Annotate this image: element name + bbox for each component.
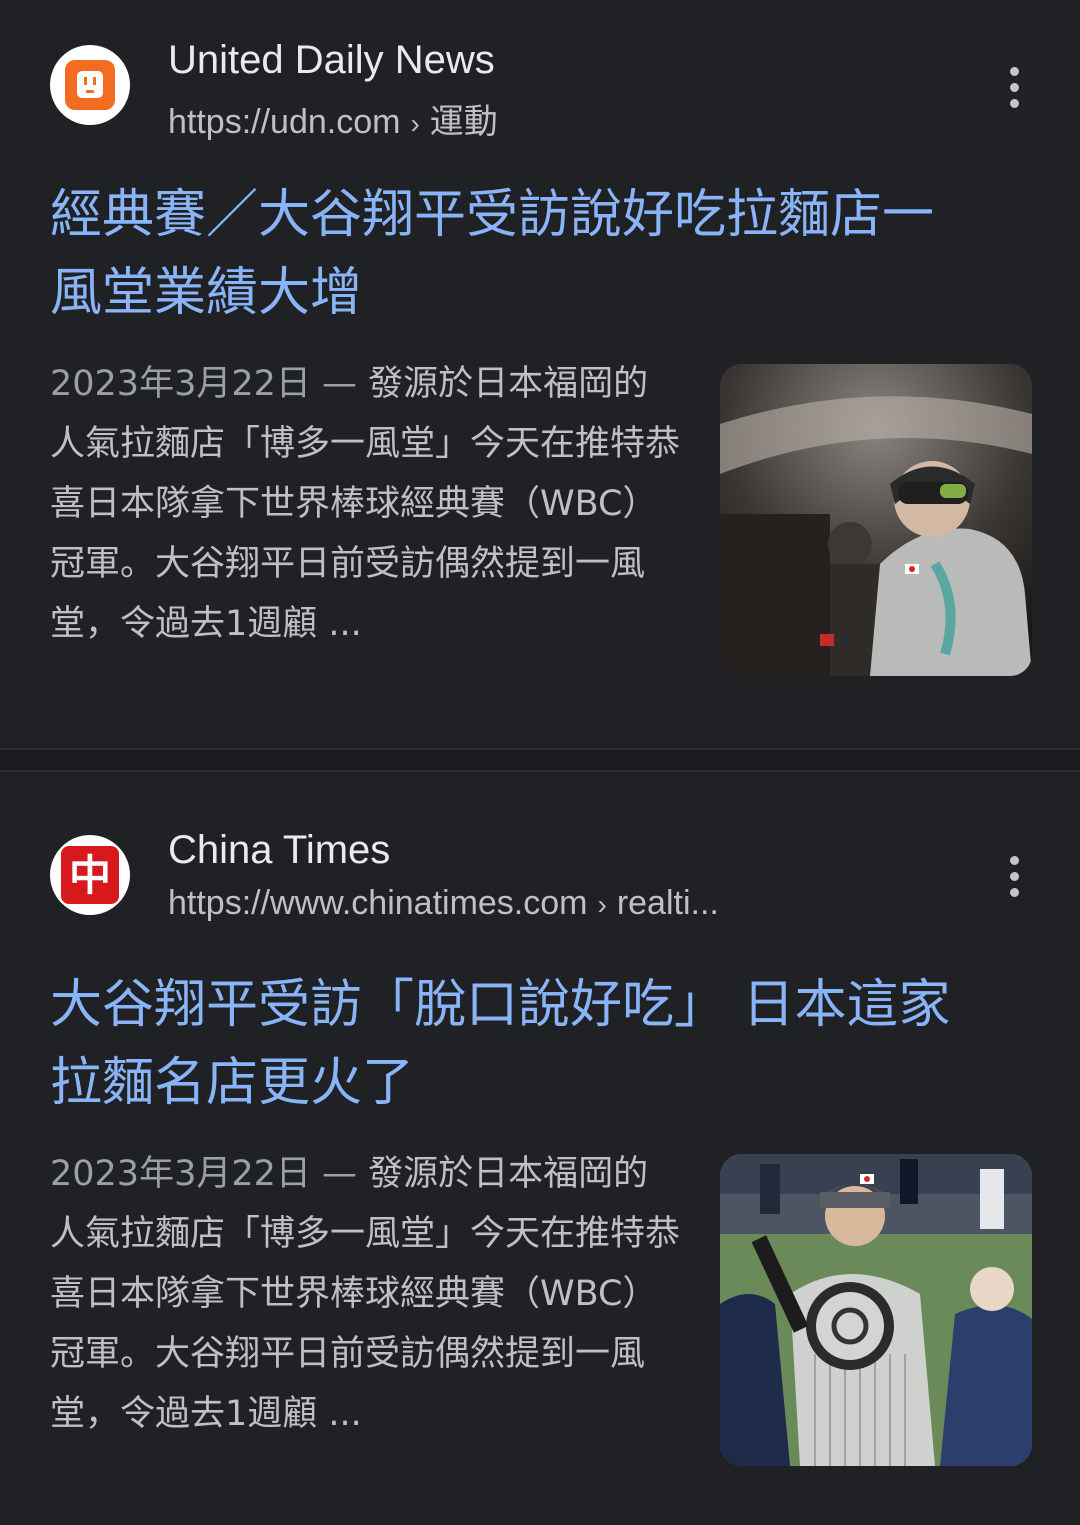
trophy-ceremony-image xyxy=(720,1154,1032,1466)
favicon-text: 中 xyxy=(69,851,111,900)
url-path: 運動 xyxy=(429,103,498,141)
site-url[interactable]: https://www.chinatimes.com › realti... xyxy=(168,884,719,923)
search-result-card: United Daily News https://udn.com › 運動 經典賽… xyxy=(0,0,1080,748)
more-options-icon[interactable] xyxy=(994,57,1034,117)
result-date: 2023年3月22日 xyxy=(50,1154,311,1194)
site-name[interactable]: China Times xyxy=(168,828,390,873)
result-title-line-1: 經典賽／大谷翔平受訪說好吃拉麵店一 xyxy=(50,185,935,245)
result-snippet: 2023年3月22日 — 發源於日本福岡的人氣拉麵店「博多一風堂」今天在推特恭喜… xyxy=(50,354,680,654)
url-domain: https://www.chinatimes.com xyxy=(168,884,588,922)
chinatimes-logo-icon[interactable]: 中 xyxy=(50,835,130,915)
udn-logo-icon[interactable] xyxy=(50,45,130,125)
result-thumbnail[interactable] xyxy=(720,364,1032,676)
site-name[interactable]: United Daily News xyxy=(168,38,495,83)
result-snippet: 2023年3月22日 — 發源於日本福岡的人氣拉麵店「博多一風堂」今天在推特恭喜… xyxy=(50,1144,680,1444)
result-separator xyxy=(0,748,1080,772)
site-url[interactable]: https://udn.com › 運動 xyxy=(168,94,498,143)
player-celebration-image xyxy=(720,364,1032,676)
date-dash: — xyxy=(322,364,358,404)
date-dash: — xyxy=(322,1154,358,1194)
result-title-line-2: 拉麵名店更火了 xyxy=(50,1053,415,1113)
url-domain: https://udn.com xyxy=(168,103,401,141)
result-title-line-1: 大谷翔平受訪「脫口說好吃」 日本這家 xyxy=(50,975,951,1035)
url-separator: › xyxy=(597,889,607,920)
more-options-icon[interactable] xyxy=(994,846,1034,906)
result-title-line-2: 風堂業績大增 xyxy=(50,263,363,323)
snippet-text: 發源於日本福岡的人氣拉麵店「博多一風堂」今天在推特恭喜日本隊拿下世界棒球經典賽（… xyxy=(50,1154,681,1434)
result-date: 2023年3月22日 xyxy=(50,364,311,404)
result-title-link[interactable]: 經典賽／大谷翔平受訪說好吃拉麵店一 風堂業績大增 xyxy=(50,176,1040,332)
url-separator: › xyxy=(410,108,420,139)
result-title-link[interactable]: 大谷翔平受訪「脫口說好吃」 日本這家 拉麵名店更火了 xyxy=(50,966,1040,1122)
snippet-text: 發源於日本福岡的人氣拉麵店「博多一風堂」今天在推特恭喜日本隊拿下世界棒球經典賽（… xyxy=(50,364,681,644)
url-path: realti... xyxy=(616,884,719,922)
result-thumbnail[interactable] xyxy=(720,1154,1032,1466)
search-result-card: 中 China Times https://www.chinatimes.com… xyxy=(0,772,1080,1525)
